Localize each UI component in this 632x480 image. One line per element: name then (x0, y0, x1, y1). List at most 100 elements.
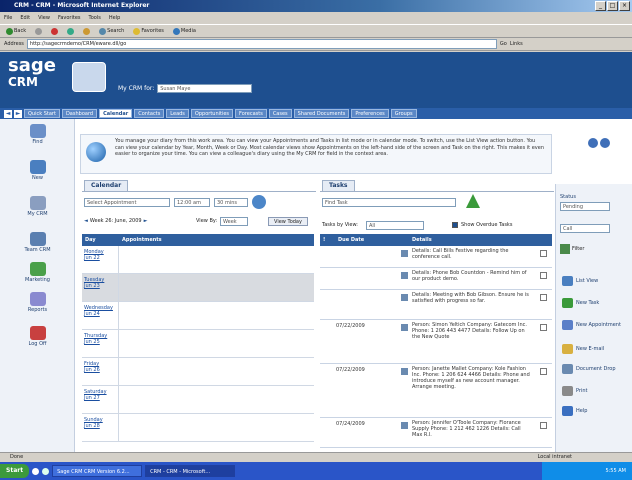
nav-item[interactable]: My CRM (0, 196, 75, 217)
time-to-select[interactable]: 30 mins (214, 198, 248, 207)
calendar-day-row[interactable]: Monday Jun 22 (82, 246, 314, 274)
appointment-cell[interactable] (118, 386, 314, 413)
calendar-day-row[interactable]: Wednesday Jun 24 (82, 302, 314, 330)
task-complete-checkbox[interactable] (540, 294, 547, 301)
forward-button[interactable] (33, 26, 44, 36)
next-week-icon[interactable]: ► (144, 218, 148, 224)
task-complete-checkbox[interactable] (540, 272, 547, 279)
nav-item[interactable]: Find (0, 124, 75, 145)
tab-calendar[interactable]: Calendar (99, 109, 133, 118)
task-row[interactable]: 07/24/2009 Person: Jennifer O'Toole Compa… (320, 418, 552, 448)
action-button[interactable]: List View (562, 276, 630, 286)
taskbar-item[interactable]: CRM - CRM - Microsoft... (145, 465, 236, 477)
appointment-cell[interactable] (118, 330, 314, 357)
search-button[interactable]: Search (97, 26, 126, 36)
calendar-section-tab[interactable]: Calendar (84, 180, 129, 191)
view-by-select[interactable]: Week (220, 217, 248, 226)
calendar-day-row[interactable]: Sunday Jun 28 (82, 414, 314, 442)
task-complete-checkbox[interactable] (540, 422, 547, 429)
task-complete-checkbox[interactable] (540, 324, 547, 331)
address-input[interactable]: http://sagecrmdemo/CRM/eware.dll/go (26, 39, 497, 49)
menu-file[interactable]: File (4, 12, 12, 24)
day-link[interactable]: Friday Jun 26 (84, 361, 116, 373)
tab-opportunities[interactable]: Opportunities (190, 109, 234, 118)
task-row[interactable]: 07/22/2009 Person: Janette Mallet Company… (320, 364, 552, 418)
quicklaunch-icon[interactable] (32, 467, 40, 475)
overdue-checkbox[interactable] (452, 222, 458, 228)
taskbar-item[interactable]: Sage CRM CRM Version 6.2... (52, 465, 143, 477)
forward-arrow-icon[interactable]: ► (14, 109, 22, 118)
minimize-icon[interactable]: _ (595, 1, 606, 11)
task-row[interactable]: 07/22/2009 Person: Simon Yeltich Company:… (320, 320, 552, 364)
type-select[interactable]: Call (560, 224, 610, 233)
appointment-cell[interactable] (118, 414, 314, 441)
task-complete-checkbox[interactable] (540, 250, 547, 257)
home-button[interactable] (81, 26, 92, 36)
calendar-day-row[interactable]: Thursday Jun 25 (82, 330, 314, 358)
nav-item[interactable]: Reports (0, 292, 75, 313)
calendar-day-row[interactable]: Tuesday Jun 23 (82, 274, 314, 302)
appointment-cell[interactable] (118, 274, 314, 301)
back-button[interactable]: Back (4, 26, 28, 36)
nav-item[interactable]: Team CRM (0, 232, 75, 253)
close-icon[interactable]: × (619, 1, 630, 11)
task-row[interactable]: Details: Call Bills Festive regarding th… (320, 246, 552, 268)
maximize-icon[interactable]: □ (607, 1, 618, 11)
view-today-button[interactable]: View Today (268, 217, 308, 226)
task-search-input[interactable]: Find Task (322, 198, 456, 207)
appointment-cell[interactable] (118, 246, 314, 273)
day-link[interactable]: Monday Jun 22 (84, 249, 116, 261)
appointment-cell[interactable] (118, 358, 314, 385)
tab-quick-start[interactable]: Quick Start (24, 109, 60, 118)
help-icon[interactable] (588, 138, 598, 148)
tab-preferences[interactable]: Preferences (351, 109, 389, 118)
day-link[interactable]: Sunday Jun 28 (84, 417, 116, 429)
tab-forecasts[interactable]: Forecasts (235, 109, 267, 118)
action-button[interactable]: Document Drop (562, 364, 630, 374)
menu-favorites[interactable]: Favorites (58, 12, 81, 24)
day-link[interactable]: Wednesday Jun 24 (84, 305, 116, 317)
action-button[interactable]: New E-mail (562, 344, 630, 354)
menu-help[interactable]: Help (109, 12, 120, 24)
go-icon[interactable] (252, 195, 266, 209)
nav-item[interactable]: Marketing (0, 262, 75, 283)
back-arrow-icon[interactable]: ◄ (4, 109, 12, 118)
tab-leads[interactable]: Leads (166, 109, 189, 118)
stop-button[interactable] (49, 26, 60, 36)
appointment-search-input[interactable]: Select Appointment (84, 198, 170, 207)
refresh-button[interactable] (65, 26, 76, 36)
collapse-icon[interactable] (600, 138, 610, 148)
menu-tools[interactable]: Tools (89, 12, 101, 24)
overdue-toggle[interactable]: Show Overdue Tasks (452, 222, 512, 228)
favorites-button[interactable]: Favorites (131, 26, 166, 36)
day-link[interactable]: Tuesday Jun 23 (84, 277, 116, 289)
menu-edit[interactable]: Edit (20, 12, 30, 24)
task-complete-checkbox[interactable] (540, 368, 547, 375)
nav-item[interactable]: Log Off (0, 326, 75, 347)
nav-item[interactable]: New (0, 160, 75, 181)
action-button[interactable]: Print (562, 386, 630, 396)
media-button[interactable]: Media (171, 26, 198, 36)
tab-cases[interactable]: Cases (268, 109, 292, 118)
start-button[interactable]: Start (0, 464, 30, 478)
action-button[interactable]: Help (562, 406, 630, 416)
calendar-day-row[interactable]: Saturday Jun 27 (82, 386, 314, 414)
tab-shared-documents[interactable]: Shared Documents (293, 109, 350, 118)
action-button[interactable]: New Task (562, 298, 630, 308)
time-from-select[interactable]: 12:00 am (174, 198, 210, 207)
go-button[interactable]: Go (500, 41, 507, 47)
task-row[interactable]: Details: Meeting with Bob Gibson. Ensure… (320, 290, 552, 320)
tasks-by-select[interactable]: All (366, 221, 424, 230)
quicklaunch-icon[interactable] (42, 467, 50, 475)
links-button[interactable]: Links (510, 41, 523, 47)
calendar-day-row[interactable]: Friday Jun 26 (82, 358, 314, 386)
status-select[interactable]: Pending (560, 202, 610, 211)
menu-view[interactable]: View (38, 12, 50, 24)
prev-week-icon[interactable]: ◄ (84, 218, 88, 224)
task-row[interactable]: Details: Phone Bob Countdon - Remind him… (320, 268, 552, 290)
tab-dashboard[interactable]: Dashboard (61, 109, 98, 118)
tab-groups[interactable]: Groups (390, 109, 417, 118)
tasks-section-tab[interactable]: Tasks (322, 180, 355, 191)
tab-contacts[interactable]: Contacts (134, 109, 165, 118)
day-link[interactable]: Thursday Jun 25 (84, 333, 116, 345)
